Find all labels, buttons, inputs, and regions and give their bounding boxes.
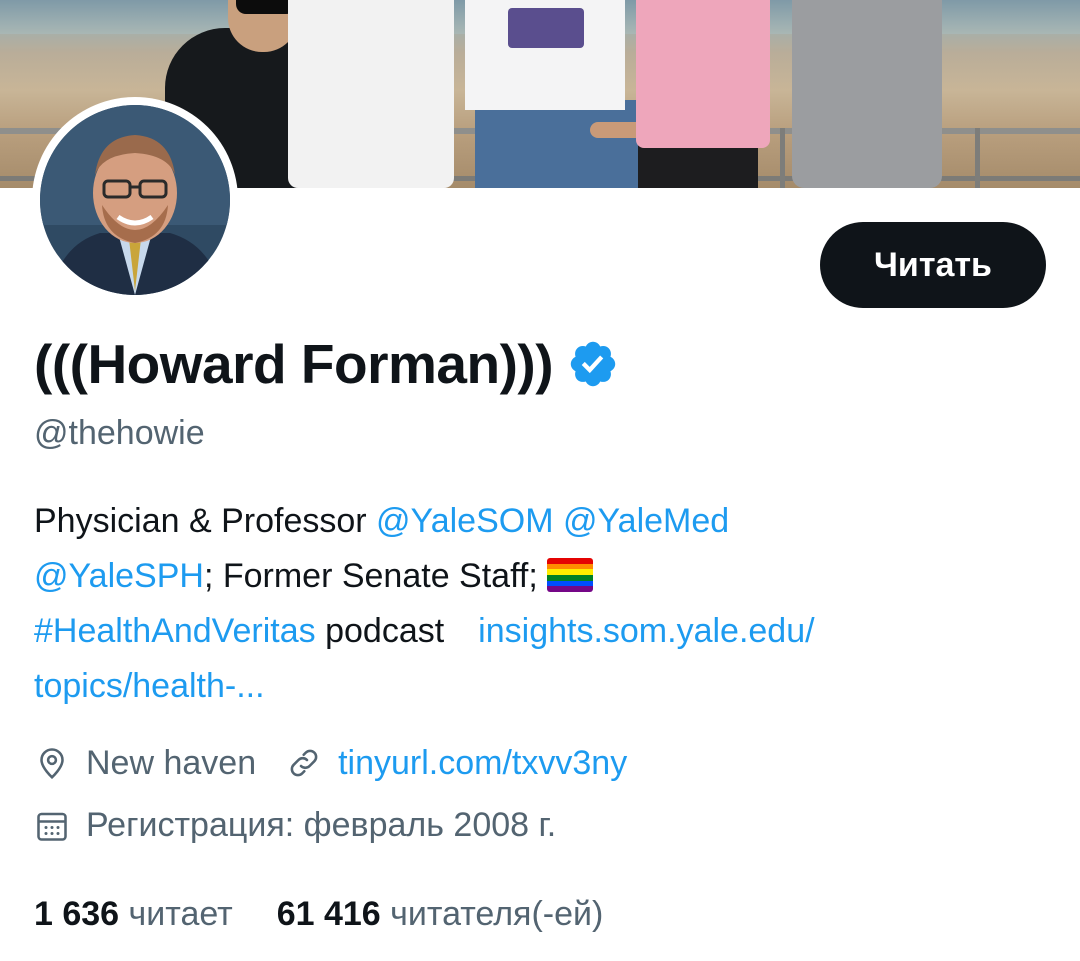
followers-stat[interactable]: 61 416 читателя(-ей) [277, 895, 604, 934]
profile-avatar[interactable] [32, 97, 238, 303]
profile-meta-location-website: New haven tinyurl.com/txvv3ny [34, 743, 627, 783]
followers-label: читателя(-ей) [390, 895, 604, 933]
link-icon [290, 749, 318, 777]
bio-url-link[interactable]: insights.som.yale.edu/ [478, 612, 814, 650]
calendar-icon [37, 812, 67, 841]
hashtag-link[interactable]: #HealthAndVeritas [34, 612, 316, 650]
banner-person [288, 0, 454, 188]
profile-bio: Physician & Professor @YaleSOM @YaleMed … [34, 494, 1044, 714]
banner-person-jeans [475, 100, 645, 188]
verified-badge-icon[interactable] [567, 338, 619, 390]
following-label: читает [128, 895, 233, 933]
avatar-photo [40, 105, 230, 295]
bio-url-link-continued[interactable]: topics/health-... [34, 667, 265, 705]
follow-button[interactable]: Читать [820, 222, 1046, 308]
banner-person [792, 0, 942, 188]
profile-name-row: (((Howard Forman))) [34, 332, 619, 396]
mention-link-yalesom[interactable]: @YaleSOM [376, 502, 554, 540]
bio-text: Physician & Professor [34, 502, 377, 540]
profile-stats: 1 636 читает 61 416 читателя(-ей) [34, 895, 603, 934]
location-pin-icon [40, 748, 64, 779]
bio-line: @YaleSPH; Former Senate Staff; [34, 549, 1044, 604]
bio-line: topics/health-... [34, 659, 1044, 714]
banner-railing-post [975, 128, 980, 188]
profile-handle: @thehowie [34, 414, 205, 452]
followers-count: 61 416 [276, 895, 381, 933]
display-name: (((Howard Forman))) [34, 333, 554, 395]
bio-line: Physician & Professor @YaleSOM @YaleMed [34, 494, 1044, 549]
banner-person-sunglasses [236, 0, 296, 14]
bio-line: #HealthAndVeritas podcast insights.som.ya… [34, 604, 1044, 659]
mention-link-yalemed[interactable]: @YaleMed [563, 502, 729, 540]
banner-railing-post [780, 128, 785, 188]
bio-text: podcast [315, 612, 445, 650]
following-stat[interactable]: 1 636 читает [34, 895, 233, 934]
banner-person [636, 0, 770, 148]
mention-link-yalesph[interactable]: @YaleSPH [34, 557, 204, 595]
profile-meta-joined: Регистрация: февраль 2008 г. [34, 806, 556, 845]
joined-date-text: Регистрация: февраль 2008 г. [86, 806, 557, 844]
website-link[interactable]: tinyurl.com/txvv3ny [338, 744, 627, 783]
following-count: 1 636 [34, 895, 120, 933]
location-text: New haven [86, 743, 257, 782]
rainbow-flag-icon [547, 558, 594, 592]
bio-text: ; Former Senate Staff; [203, 557, 548, 595]
banner-person-shirt-print [508, 8, 584, 48]
